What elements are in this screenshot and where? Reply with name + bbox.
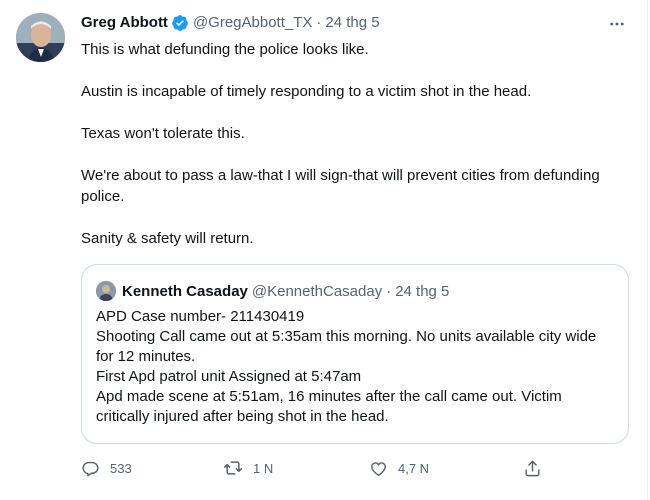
- tweet-actions: 533 1 N 4,7 N: [81, 456, 561, 480]
- share-icon: [525, 460, 540, 476]
- quoted-line: First Apd patrol unit Assigned at 5:47am: [96, 368, 362, 385]
- quoted-tweet-text: APD Case number- 211430419 Shooting Call…: [96, 307, 612, 427]
- avatar[interactable]: [16, 13, 65, 62]
- quoted-author-handle: @KennethCasaday: [251, 282, 383, 300]
- verified-badge-icon: [171, 14, 189, 32]
- tweet-date[interactable]: 24 thg 5: [325, 13, 379, 33]
- tweet-text: This is what defunding the police looks …: [81, 39, 621, 271]
- tweet-line: Sanity & safety will return.: [81, 230, 254, 247]
- quoted-tweet[interactable]: Kenneth Casaday @KennethCasaday · 24 thg…: [81, 264, 629, 444]
- avatar-image: [16, 13, 65, 62]
- quoted-date: 24 thg 5: [395, 282, 450, 300]
- quoted-line: APD Case number- 211430419: [96, 308, 305, 325]
- tweet[interactable]: Greg Abbott @GregAbbott_TX · 24 thg 5 Th…: [0, 0, 648, 500]
- tweet-line: Austin is incapable of timely responding…: [81, 83, 532, 100]
- more-options-icon[interactable]: [607, 14, 627, 34]
- author-handle[interactable]: @GregAbbott_TX: [193, 13, 312, 33]
- separator-dot: ·: [386, 282, 392, 300]
- tweet-line: We're about to pass a law-that I will si…: [81, 167, 600, 205]
- reply-count: 533: [110, 460, 132, 476]
- quoted-line: Apd made scene at 5:51am, 16 minutes aft…: [96, 388, 562, 425]
- author-name[interactable]: Greg Abbott: [81, 13, 168, 33]
- separator-dot: ·: [316, 14, 322, 31]
- retweet-count: 1 N: [253, 460, 274, 476]
- quoted-avatar: [96, 281, 116, 301]
- like-count: 4,7 N: [398, 460, 430, 476]
- share-button[interactable]: [523, 459, 542, 478]
- tweet-line: Texas won't tolerate this.: [81, 125, 245, 142]
- quoted-tweet-header: Kenneth Casaday @KennethCasaday · 24 thg…: [96, 279, 614, 303]
- tweet-header: Greg Abbott @GregAbbott_TX · 24 thg 5: [81, 12, 627, 34]
- reply-button[interactable]: 533: [81, 459, 132, 478]
- reply-icon: [82, 461, 99, 476]
- retweet-button[interactable]: 1 N: [223, 458, 273, 478]
- retweet-icon: [223, 461, 243, 475]
- quoted-line: Shooting Call came out at 5:35am this mo…: [96, 328, 597, 365]
- like-button[interactable]: 4,7 N: [369, 459, 429, 478]
- quoted-author-name: Kenneth Casaday: [122, 282, 248, 300]
- like-icon: [371, 461, 386, 476]
- tweet-line: This is what defunding the police looks …: [81, 41, 369, 58]
